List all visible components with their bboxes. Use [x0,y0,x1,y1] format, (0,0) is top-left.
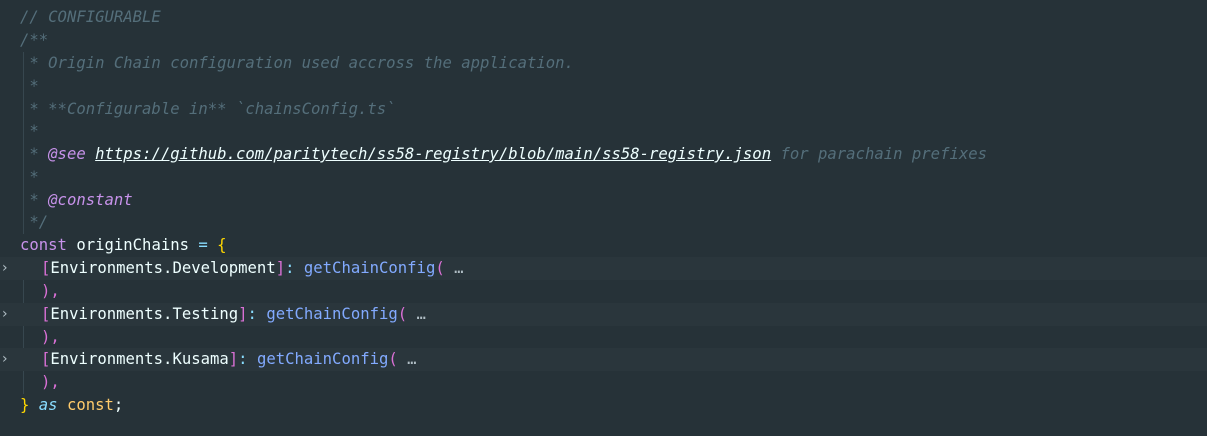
code-line: const originChains = { [0,234,1207,257]
colon: : [238,350,257,368]
object-entry: [Environments.Kusama]: getChainConfig( … [41,348,417,371]
code-line: ), [0,371,1207,394]
comment: * [20,145,49,163]
paren-close: ), [41,328,60,346]
comment: /** [20,31,49,49]
jsdoc-tag: @see [48,145,86,163]
code-line: * [0,120,1207,143]
bracket: [ [41,350,51,368]
chevron-right-icon[interactable]: › [2,303,8,326]
colon: : [247,305,267,323]
comment-line: * @see https://github.com/paritytech/ss5… [20,143,987,166]
chevron-right-icon[interactable]: › [2,257,8,280]
fold-ellipsis[interactable]: … [398,350,416,368]
paren-close: ), [41,373,60,391]
comment: * [20,77,39,95]
code-line: * **Configurable in** `chainsConfig.ts` [0,98,1207,121]
function-name: getChainConfig [266,305,398,323]
code-line: ), [0,326,1207,349]
bracket: ] [275,259,286,277]
code-line: // CONFIGURABLE [0,6,1207,29]
code-line: } as const; [0,394,1207,417]
keyword: const [66,396,114,414]
identifier: originChains [66,236,199,254]
keyword: const [20,236,67,254]
comment: for parachain prefixes [771,145,988,163]
comment: // CONFIGURABLE [20,8,161,26]
bracket: ] [238,305,248,323]
fold-ellipsis[interactable]: … [445,259,463,277]
object-entry: [Environments.Development]: getChainConf… [41,257,464,280]
code-line: * @see https://github.com/paritytech/ss5… [0,143,1207,166]
folded-line: › [Environments.Testing]: getChainConfig… [0,303,1207,326]
comment: * Origin Chain configuration used accros… [20,54,574,72]
folded-line: › [Environments.Kusama]: getChainConfig(… [0,348,1207,371]
colon: : [285,259,304,277]
brace: { [207,236,227,254]
code-line: */ [0,211,1207,234]
keyword: as [29,396,67,414]
paren: ( [435,259,445,277]
comment: * [20,168,39,186]
paren: ( [397,305,408,323]
fold-ellipsis[interactable]: … [407,305,426,323]
code-line: * @constant [0,189,1207,212]
paren: ( [388,350,398,368]
code-line: * [0,166,1207,189]
comment: * [20,122,39,140]
comment: * **Configurable in** `chainsConfig.ts` [20,100,396,118]
semicolon: ; [113,396,124,414]
comment: */ [20,213,49,231]
bracket: [ [41,305,51,323]
comment: * [20,191,49,209]
code-line: * Origin Chain configuration used accros… [0,52,1207,75]
comment-line: * @constant [20,189,133,212]
entry-key: Environments.Testing [50,305,239,323]
bracket: ] [228,350,239,368]
entry-key: Environments.Kusama [50,350,229,368]
declaration: const originChains = { [20,234,227,257]
code-line: * [0,75,1207,98]
chevron-right-icon[interactable]: › [2,348,8,371]
jsdoc-tag: @constant [48,191,133,209]
brace: } [20,396,30,414]
entry-key: Environments.Development [50,259,276,277]
indent-guide [23,371,24,394]
function-name: getChainConfig [303,259,436,277]
indent-guide [23,326,24,349]
folded-line: › [Environments.Development]: getChainCo… [0,257,1207,280]
object-entry: [Environments.Testing]: getChainConfig( … [41,303,426,326]
paren-close: ), [41,282,60,300]
code-line: ), [0,280,1207,303]
bracket: [ [41,259,51,277]
function-name: getChainConfig [256,350,389,368]
operator: = [198,236,208,254]
code-editor[interactable]: // CONFIGURABLE /** * Origin Chain confi… [0,0,1207,436]
indent-guide [23,280,24,303]
closing-statement: } as const; [20,394,123,417]
docs-link[interactable]: https://github.com/paritytech/ss58-regis… [95,145,771,163]
code-line: /** [0,29,1207,52]
